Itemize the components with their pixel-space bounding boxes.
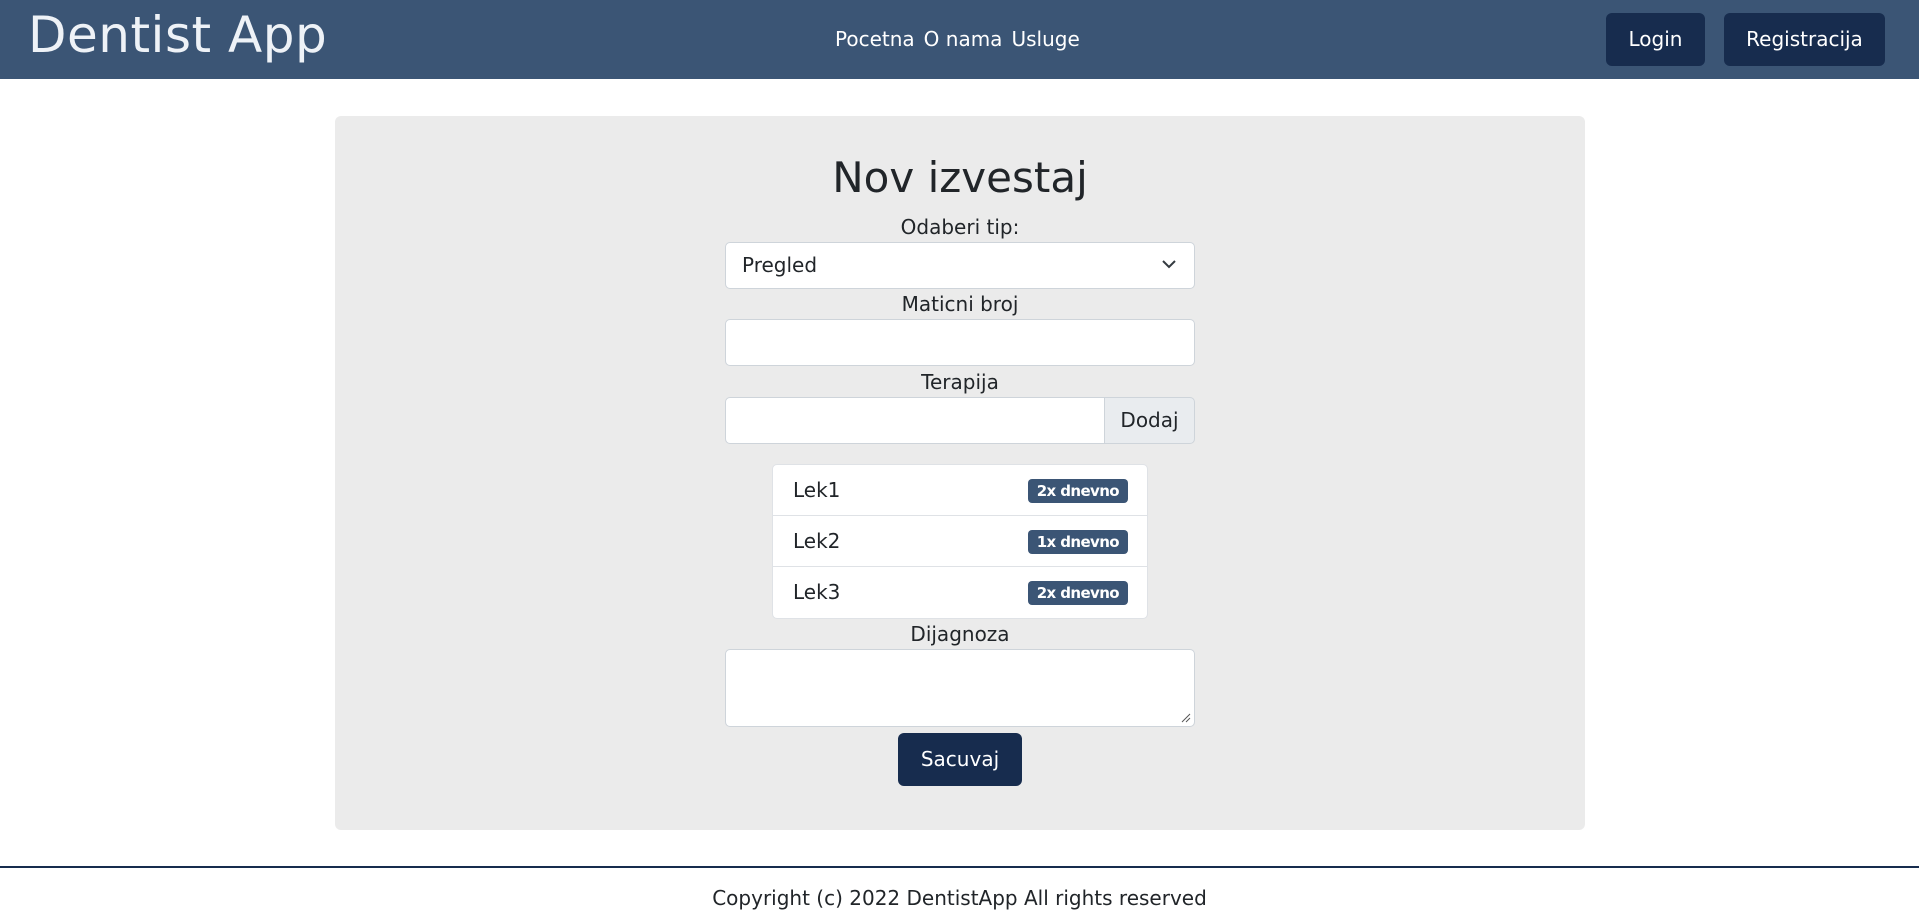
save-button[interactable]: Sacuvaj xyxy=(898,733,1022,786)
add-therapy-button[interactable]: Dodaj xyxy=(1104,397,1195,444)
therapy-name: Lek1 xyxy=(793,478,841,502)
therapy-list: Lek1 2x dnevno Lek2 1x dnevno Lek3 2x dn… xyxy=(772,464,1148,619)
nav-links: Pocetna O nama Usluge xyxy=(835,26,1080,52)
dose-badge: 2x dnevno xyxy=(1027,479,1128,503)
list-item: Lek2 1x dnevno xyxy=(773,516,1147,567)
brand-logo[interactable]: Dentist App xyxy=(28,4,327,66)
list-item: Lek3 2x dnevno xyxy=(773,567,1147,618)
dose-badge: 1x dnevno xyxy=(1027,530,1128,554)
type-select[interactable]: Pregled xyxy=(725,242,1195,289)
dose-badge: 2x dnevno xyxy=(1027,581,1128,605)
id-number-label: Maticni broj xyxy=(901,292,1019,316)
nav-link-usluge[interactable]: Usluge xyxy=(1011,26,1079,52)
navbar: Dentist App Pocetna O nama Usluge Login … xyxy=(0,0,1919,79)
footer-copyright: Copyright (c) 2022 DentistApp All rights… xyxy=(712,886,1207,910)
resize-handle-icon[interactable] xyxy=(1181,713,1191,723)
type-select-value: Pregled xyxy=(742,253,818,277)
page-title: Nov izvestaj xyxy=(832,153,1088,202)
nav-link-pocetna[interactable]: Pocetna xyxy=(835,26,915,52)
diagnosis-textarea[interactable] xyxy=(725,649,1195,727)
id-number-input[interactable] xyxy=(725,319,1195,366)
list-item: Lek1 2x dnevno xyxy=(773,465,1147,516)
therapy-label: Terapija xyxy=(921,370,999,394)
footer-divider xyxy=(0,866,1919,868)
nav-link-o-nama[interactable]: O nama xyxy=(924,26,1003,52)
therapy-name: Lek2 xyxy=(793,529,841,553)
therapy-input[interactable] xyxy=(725,397,1105,444)
type-label: Odaberi tip: xyxy=(900,215,1020,239)
login-button[interactable]: Login xyxy=(1606,13,1705,66)
register-button[interactable]: Registracija xyxy=(1724,13,1885,66)
diagnosis-label: Dijagnoza xyxy=(910,622,1010,646)
therapy-name: Lek3 xyxy=(793,580,841,604)
chevron-down-icon xyxy=(1162,260,1176,269)
